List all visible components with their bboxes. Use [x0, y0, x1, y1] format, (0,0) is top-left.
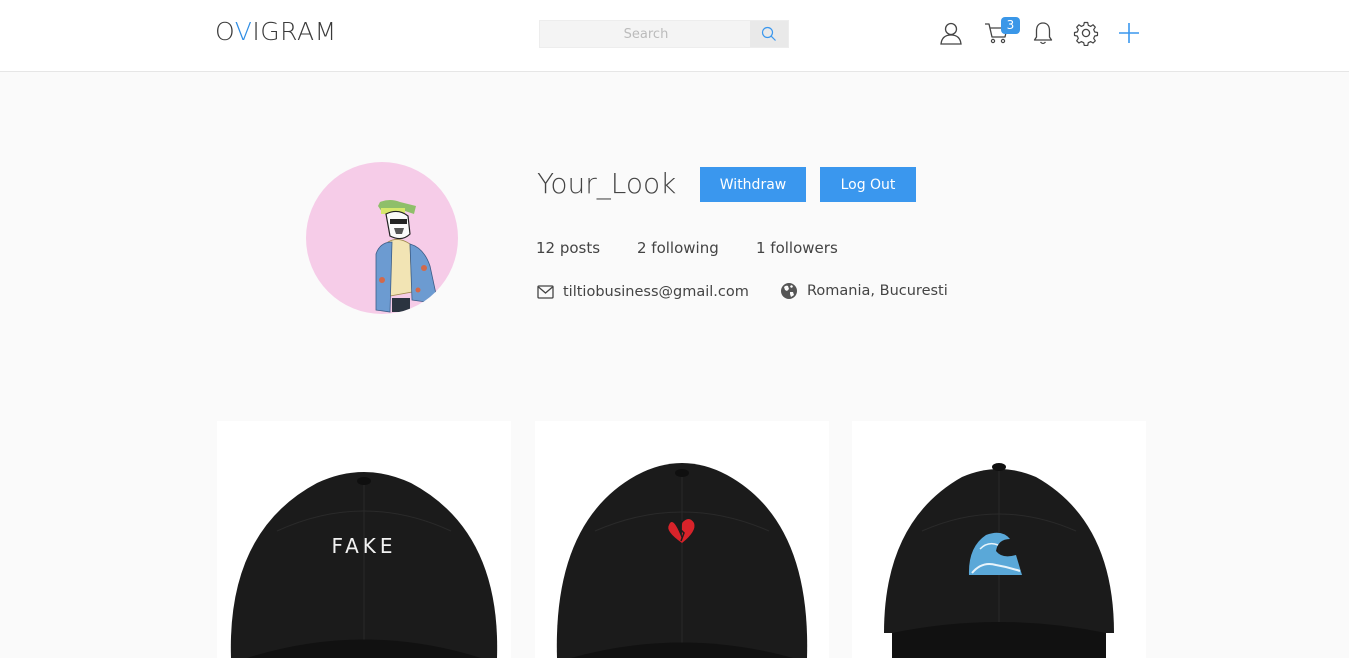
cap-image [884, 463, 1114, 658]
post-card[interactable] [535, 421, 829, 658]
profile-username: Your_Look [537, 167, 677, 200]
search-bar [539, 20, 789, 48]
search-button[interactable] [750, 21, 788, 47]
following-count[interactable]: 2 following [637, 237, 719, 259]
gear-icon [1073, 21, 1099, 46]
cap-image: FAKE [230, 472, 498, 658]
withdraw-button[interactable]: Withdraw [700, 167, 806, 202]
followers-count[interactable]: 1 followers [756, 237, 838, 259]
avatar-illustration [375, 200, 437, 313]
search-input[interactable] [540, 21, 752, 47]
logo-text-prefix: O [215, 17, 235, 46]
location-text: Romania, Bucuresti [807, 283, 948, 299]
logo[interactable]: OVIGRAM [215, 17, 337, 47]
logout-button[interactable]: Log Out [820, 167, 916, 202]
user-icon [940, 22, 962, 45]
search-icon [761, 26, 776, 41]
create-post-button[interactable] [1115, 19, 1143, 47]
envelope-icon [537, 285, 554, 299]
cart-count-badge: 3 [1001, 17, 1020, 34]
globe-icon [781, 283, 797, 299]
post-card[interactable] [852, 421, 1146, 658]
profile-button[interactable] [937, 19, 965, 47]
profile-email: tiltiobusiness@gmail.com [537, 281, 749, 303]
bell-icon [1033, 22, 1053, 45]
profile-location: Romania, Bucuresti [780, 280, 948, 302]
logo-text-suffix: IGRAM [252, 17, 337, 46]
top-header: OVIGRAM 3 [0, 0, 1349, 72]
plus-icon [1119, 23, 1139, 43]
cap-image [556, 463, 808, 658]
notifications-button[interactable] [1029, 19, 1057, 47]
posts-count: 12 posts [536, 239, 601, 257]
logo-text-accent: V [234, 17, 253, 46]
settings-button[interactable] [1072, 19, 1100, 47]
avatar [306, 162, 458, 314]
email-text: tiltiobusiness@gmail.com [563, 284, 749, 300]
cap-print-text: FAKE [331, 534, 396, 558]
post-card[interactable]: FAKE [217, 421, 511, 658]
